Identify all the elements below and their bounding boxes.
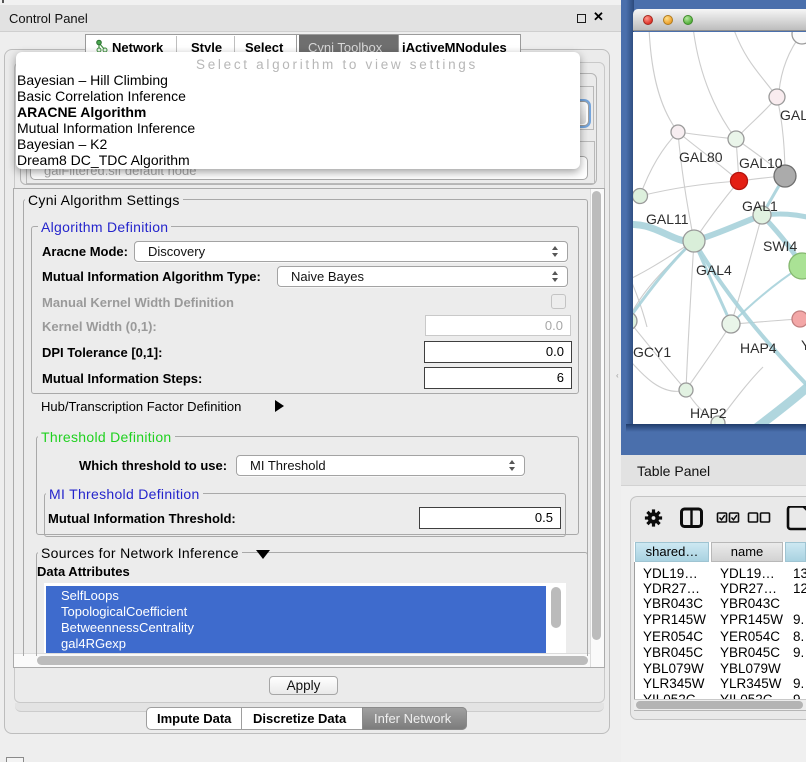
svg-text:YEL: YEL [801,337,806,353]
svg-text:HAP4: HAP4 [740,340,777,356]
svg-text:GAL11: GAL11 [646,211,689,227]
svg-text:HAP2: HAP2 [690,405,727,421]
svg-text:SWI4: SWI4 [763,238,797,254]
svg-text:GAL1: GAL1 [742,198,778,214]
svg-text:GAL4: GAL4 [696,262,732,278]
svg-text:GCY1: GCY1 [633,344,671,360]
svg-text:GAL10: GAL10 [739,155,783,171]
svg-text:GAL80: GAL80 [679,149,723,165]
svg-text:GAL2: GAL2 [780,107,806,123]
